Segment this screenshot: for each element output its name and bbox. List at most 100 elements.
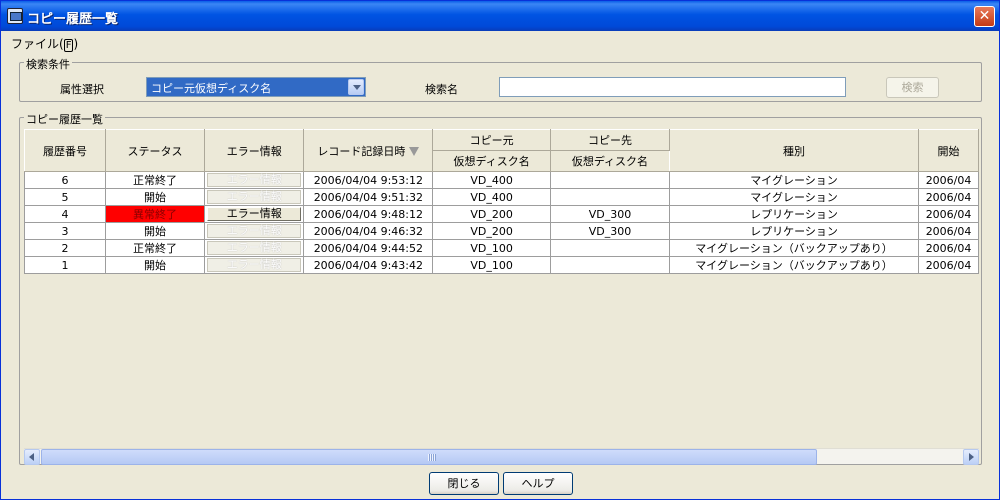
cell-status: 開始 bbox=[104, 256, 206, 274]
error-info-button[interactable]: エラー情報 bbox=[207, 241, 302, 255]
cell-dest-vdisk bbox=[550, 171, 670, 189]
cell-status: 正常終了 bbox=[104, 239, 206, 257]
table-row[interactable]: 3 開始 エラー情報 2006/04/04 9:46:32 VD_200 VD_… bbox=[24, 222, 979, 240]
cell-dest-vdisk bbox=[550, 256, 670, 274]
app-icon bbox=[7, 8, 23, 24]
cell-history-no: 2 bbox=[24, 239, 106, 257]
cell-status: 開始 bbox=[104, 188, 206, 206]
column-header-start[interactable]: 開始 bbox=[918, 129, 979, 172]
search-name-input[interactable] bbox=[499, 77, 846, 97]
table-row[interactable]: 6 正常終了 エラー情報 2006/04/04 9:53:12 VD_400 マ… bbox=[24, 171, 979, 189]
scroll-right-icon[interactable] bbox=[963, 449, 979, 465]
close-window-button[interactable]: ✕ bbox=[974, 6, 995, 27]
error-info-button[interactable]: エラー情報 bbox=[207, 207, 302, 221]
cell-error-info: エラー情報 bbox=[204, 205, 305, 223]
record-time-header-label: レコード記録日時 bbox=[317, 144, 406, 158]
cell-history-no: 4 bbox=[24, 205, 106, 223]
cell-status-error: 異常終了 bbox=[104, 205, 206, 223]
cell-record-time: 2006/04/04 9:44:52 bbox=[303, 239, 434, 257]
cell-record-time: 2006/04/04 9:46:32 bbox=[303, 222, 434, 240]
cell-error-info: エラー情報 bbox=[204, 256, 305, 274]
cell-source-vdisk: VD_400 bbox=[432, 188, 552, 206]
close-button[interactable]: 閉じる bbox=[429, 472, 499, 495]
scroll-left-icon[interactable] bbox=[24, 449, 40, 465]
table-row[interactable]: 1 開始 エラー情報 2006/04/04 9:43:42 VD_100 マイグ… bbox=[24, 256, 979, 274]
cell-error-info: エラー情報 bbox=[204, 171, 305, 189]
column-header-status[interactable]: ステータス bbox=[104, 129, 206, 172]
cell-start: 2006/04 bbox=[918, 239, 979, 257]
column-header-error-info[interactable]: エラー情報 bbox=[204, 129, 305, 172]
column-header-copy-dest[interactable]: コピー先 bbox=[550, 129, 670, 151]
column-header-source-vdisk[interactable]: 仮想ディスク名 bbox=[432, 150, 552, 172]
menu-file[interactable]: ファイル(F) bbox=[11, 35, 78, 52]
cell-error-info: エラー情報 bbox=[204, 222, 305, 240]
cell-start: 2006/04 bbox=[918, 205, 979, 223]
search-name-label: 検索名 bbox=[425, 83, 458, 96]
cell-type: レプリケーション bbox=[668, 222, 920, 240]
cell-source-vdisk: VD_200 bbox=[432, 222, 552, 240]
cell-type: レプリケーション bbox=[668, 205, 920, 223]
cell-record-time: 2006/04/04 9:48:12 bbox=[303, 205, 434, 223]
attribute-select-label: 属性選択 bbox=[60, 83, 104, 96]
cell-history-no: 6 bbox=[24, 171, 106, 189]
sort-descending-icon bbox=[409, 147, 420, 156]
error-info-button[interactable]: エラー情報 bbox=[207, 190, 302, 204]
menu-file-label: ファイル bbox=[11, 37, 60, 51]
cell-dest-vdisk bbox=[550, 188, 670, 206]
cell-record-time: 2006/04/04 9:43:42 bbox=[303, 256, 434, 274]
cell-type: マイグレーション bbox=[668, 171, 920, 189]
window: コピー履歴一覧 ✕ ファイル(F) 検索条件 属性選択 コピー元仮想ディスク名 … bbox=[0, 0, 1000, 500]
cell-dest-vdisk: VD_300 bbox=[550, 222, 670, 240]
menu-bar: ファイル(F) bbox=[1, 32, 999, 52]
cell-record-time: 2006/04/04 9:51:32 bbox=[303, 188, 434, 206]
error-info-button[interactable]: エラー情報 bbox=[207, 258, 302, 272]
cell-status: 開始 bbox=[104, 222, 206, 240]
chevron-down-icon[interactable] bbox=[348, 79, 364, 95]
column-header-type[interactable]: 種別 bbox=[668, 129, 920, 172]
help-button[interactable]: ヘルプ bbox=[503, 472, 573, 495]
menu-file-mnemonic: F bbox=[63, 39, 74, 52]
column-header-history-no[interactable]: 履歴番号 bbox=[24, 129, 106, 172]
cell-source-vdisk: VD_100 bbox=[432, 239, 552, 257]
cell-type: マイグレーション（バックアップあり） bbox=[668, 256, 920, 274]
search-group-legend: 検索条件 bbox=[24, 56, 72, 72]
search-button[interactable]: 検索 bbox=[886, 77, 939, 98]
cell-status: 正常終了 bbox=[104, 171, 206, 189]
history-table: 履歴番号 ステータス エラー情報 レコード記録日時 コピー元 コピー先 種別 開… bbox=[24, 129, 979, 274]
scroll-thumb[interactable] bbox=[41, 449, 817, 465]
cell-type: マイグレーション（バックアップあり） bbox=[668, 239, 920, 257]
column-header-record-time[interactable]: レコード記録日時 bbox=[303, 129, 434, 172]
horizontal-scrollbar[interactable] bbox=[24, 448, 979, 465]
copy-history-group: コピー履歴一覧 履歴番号 ステータス エラー情報 レコード記録日時 コピー元 コ… bbox=[19, 111, 982, 465]
window-title: コピー履歴一覧 bbox=[27, 12, 119, 27]
history-table-area: 履歴番号 ステータス エラー情報 レコード記録日時 コピー元 コピー先 種別 開… bbox=[22, 128, 979, 447]
cell-start: 2006/04 bbox=[918, 256, 979, 274]
error-info-button[interactable]: エラー情報 bbox=[207, 173, 302, 187]
table-row[interactable]: 5 開始 エラー情報 2006/04/04 9:51:32 VD_400 マイグ… bbox=[24, 188, 979, 206]
table-row[interactable]: 2 正常終了 エラー情報 2006/04/04 9:44:52 VD_100 マ… bbox=[24, 239, 979, 257]
cell-type: マイグレーション bbox=[668, 188, 920, 206]
list-group-legend: コピー履歴一覧 bbox=[24, 111, 105, 127]
cell-dest-vdisk bbox=[550, 239, 670, 257]
cell-history-no: 1 bbox=[24, 256, 106, 274]
cell-dest-vdisk: VD_300 bbox=[550, 205, 670, 223]
error-info-button[interactable]: エラー情報 bbox=[207, 224, 302, 238]
cell-history-no: 3 bbox=[24, 222, 106, 240]
cell-record-time: 2006/04/04 9:53:12 bbox=[303, 171, 434, 189]
cell-start: 2006/04 bbox=[918, 188, 979, 206]
cell-error-info: エラー情報 bbox=[204, 239, 305, 257]
cell-source-vdisk: VD_400 bbox=[432, 171, 552, 189]
table-row[interactable]: 4 異常終了 エラー情報 2006/04/04 9:48:12 VD_200 V… bbox=[24, 205, 979, 223]
column-header-dest-vdisk[interactable]: 仮想ディスク名 bbox=[550, 150, 670, 172]
cell-source-vdisk: VD_200 bbox=[432, 205, 552, 223]
attribute-select[interactable]: コピー元仮想ディスク名 bbox=[146, 77, 366, 97]
cell-source-vdisk: VD_100 bbox=[432, 256, 552, 274]
column-header-copy-source[interactable]: コピー元 bbox=[432, 129, 552, 151]
cell-start: 2006/04 bbox=[918, 171, 979, 189]
cell-history-no: 5 bbox=[24, 188, 106, 206]
cell-start: 2006/04 bbox=[918, 222, 979, 240]
grip-icon bbox=[428, 454, 436, 461]
search-conditions-group: 検索条件 属性選択 コピー元仮想ディスク名 検索名 検索 bbox=[19, 56, 982, 102]
title-bar[interactable]: コピー履歴一覧 ✕ bbox=[1, 1, 999, 31]
attribute-select-value: コピー元仮想ディスク名 bbox=[151, 82, 272, 95]
